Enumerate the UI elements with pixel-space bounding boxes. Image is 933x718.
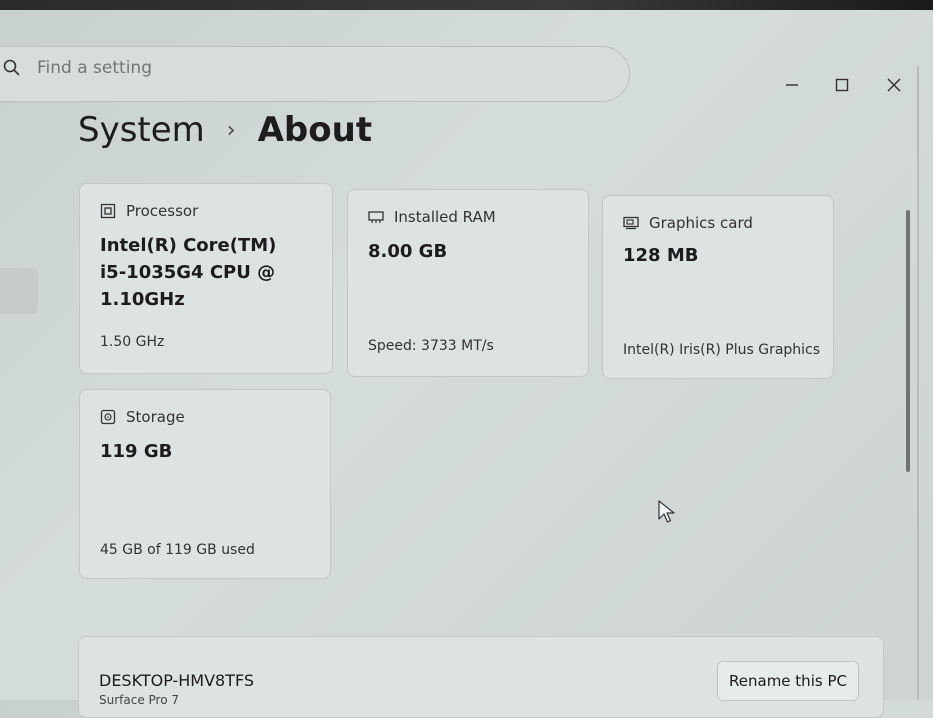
minimize-icon: [786, 84, 798, 86]
storage-value: 119 GB: [100, 441, 173, 462]
ram-speed: Speed: 3733 MT/s: [368, 338, 494, 354]
close-icon: [887, 78, 901, 92]
processor-speed: 1.50 GHz: [100, 334, 165, 350]
storage-card: Storage 119 GB 45 GB of 119 GB used: [79, 389, 331, 579]
storage-label: Storage: [126, 408, 185, 426]
window-right-border: [917, 66, 919, 700]
breadcrumb: System › About: [78, 110, 372, 150]
ram-icon: [368, 211, 384, 223]
storage-icon: [100, 409, 116, 425]
screen-top-edge: [0, 0, 933, 10]
scrollbar[interactable]: [906, 210, 910, 472]
close-button[interactable]: [874, 68, 914, 102]
processor-card: Processor Intel(R) Core(TM) i5-1035G4 CP…: [79, 183, 333, 374]
graphics-value: 128 MB: [623, 245, 699, 266]
pc-model: Surface Pro 7: [99, 693, 180, 707]
graphics-card: Graphics card 128 MB Intel(R) Iris(R) Pl…: [602, 195, 834, 379]
page-title: About: [257, 110, 373, 150]
graphics-label: Graphics card: [649, 214, 753, 232]
mouse-cursor-icon: [658, 500, 675, 523]
rename-pc-button[interactable]: Rename this PC: [717, 661, 859, 701]
minimize-button[interactable]: [772, 68, 812, 102]
ram-value: 8.00 GB: [368, 241, 448, 262]
device-name-card: DESKTOP-HMV8TFS Surface Pro 7 Rename thi…: [78, 636, 884, 718]
search-box[interactable]: [0, 46, 630, 102]
maximize-button[interactable]: [822, 68, 862, 102]
breadcrumb-separator: ›: [226, 117, 236, 143]
storage-usage: 45 GB of 119 GB used: [100, 542, 255, 558]
pc-name: DESKTOP-HMV8TFS: [99, 671, 255, 690]
processor-label: Processor: [126, 202, 199, 220]
search-input[interactable]: [35, 57, 439, 79]
ram-label: Installed RAM: [394, 208, 496, 226]
processor-value: Intel(R) Core(TM) i5-1035G4 CPU @ 1.10GH…: [100, 235, 277, 310]
processor-icon: [100, 203, 116, 219]
graphics-model: Intel(R) Iris(R) Plus Graphics: [623, 342, 821, 358]
maximize-icon: [835, 78, 849, 92]
ram-card: Installed RAM 8.00 GB Speed: 3733 MT/s: [347, 189, 589, 377]
breadcrumb-parent[interactable]: System: [78, 110, 205, 150]
search-icon: [3, 59, 21, 77]
graphics-card-icon: [623, 216, 639, 230]
nav-selected-indicator: [0, 268, 38, 314]
